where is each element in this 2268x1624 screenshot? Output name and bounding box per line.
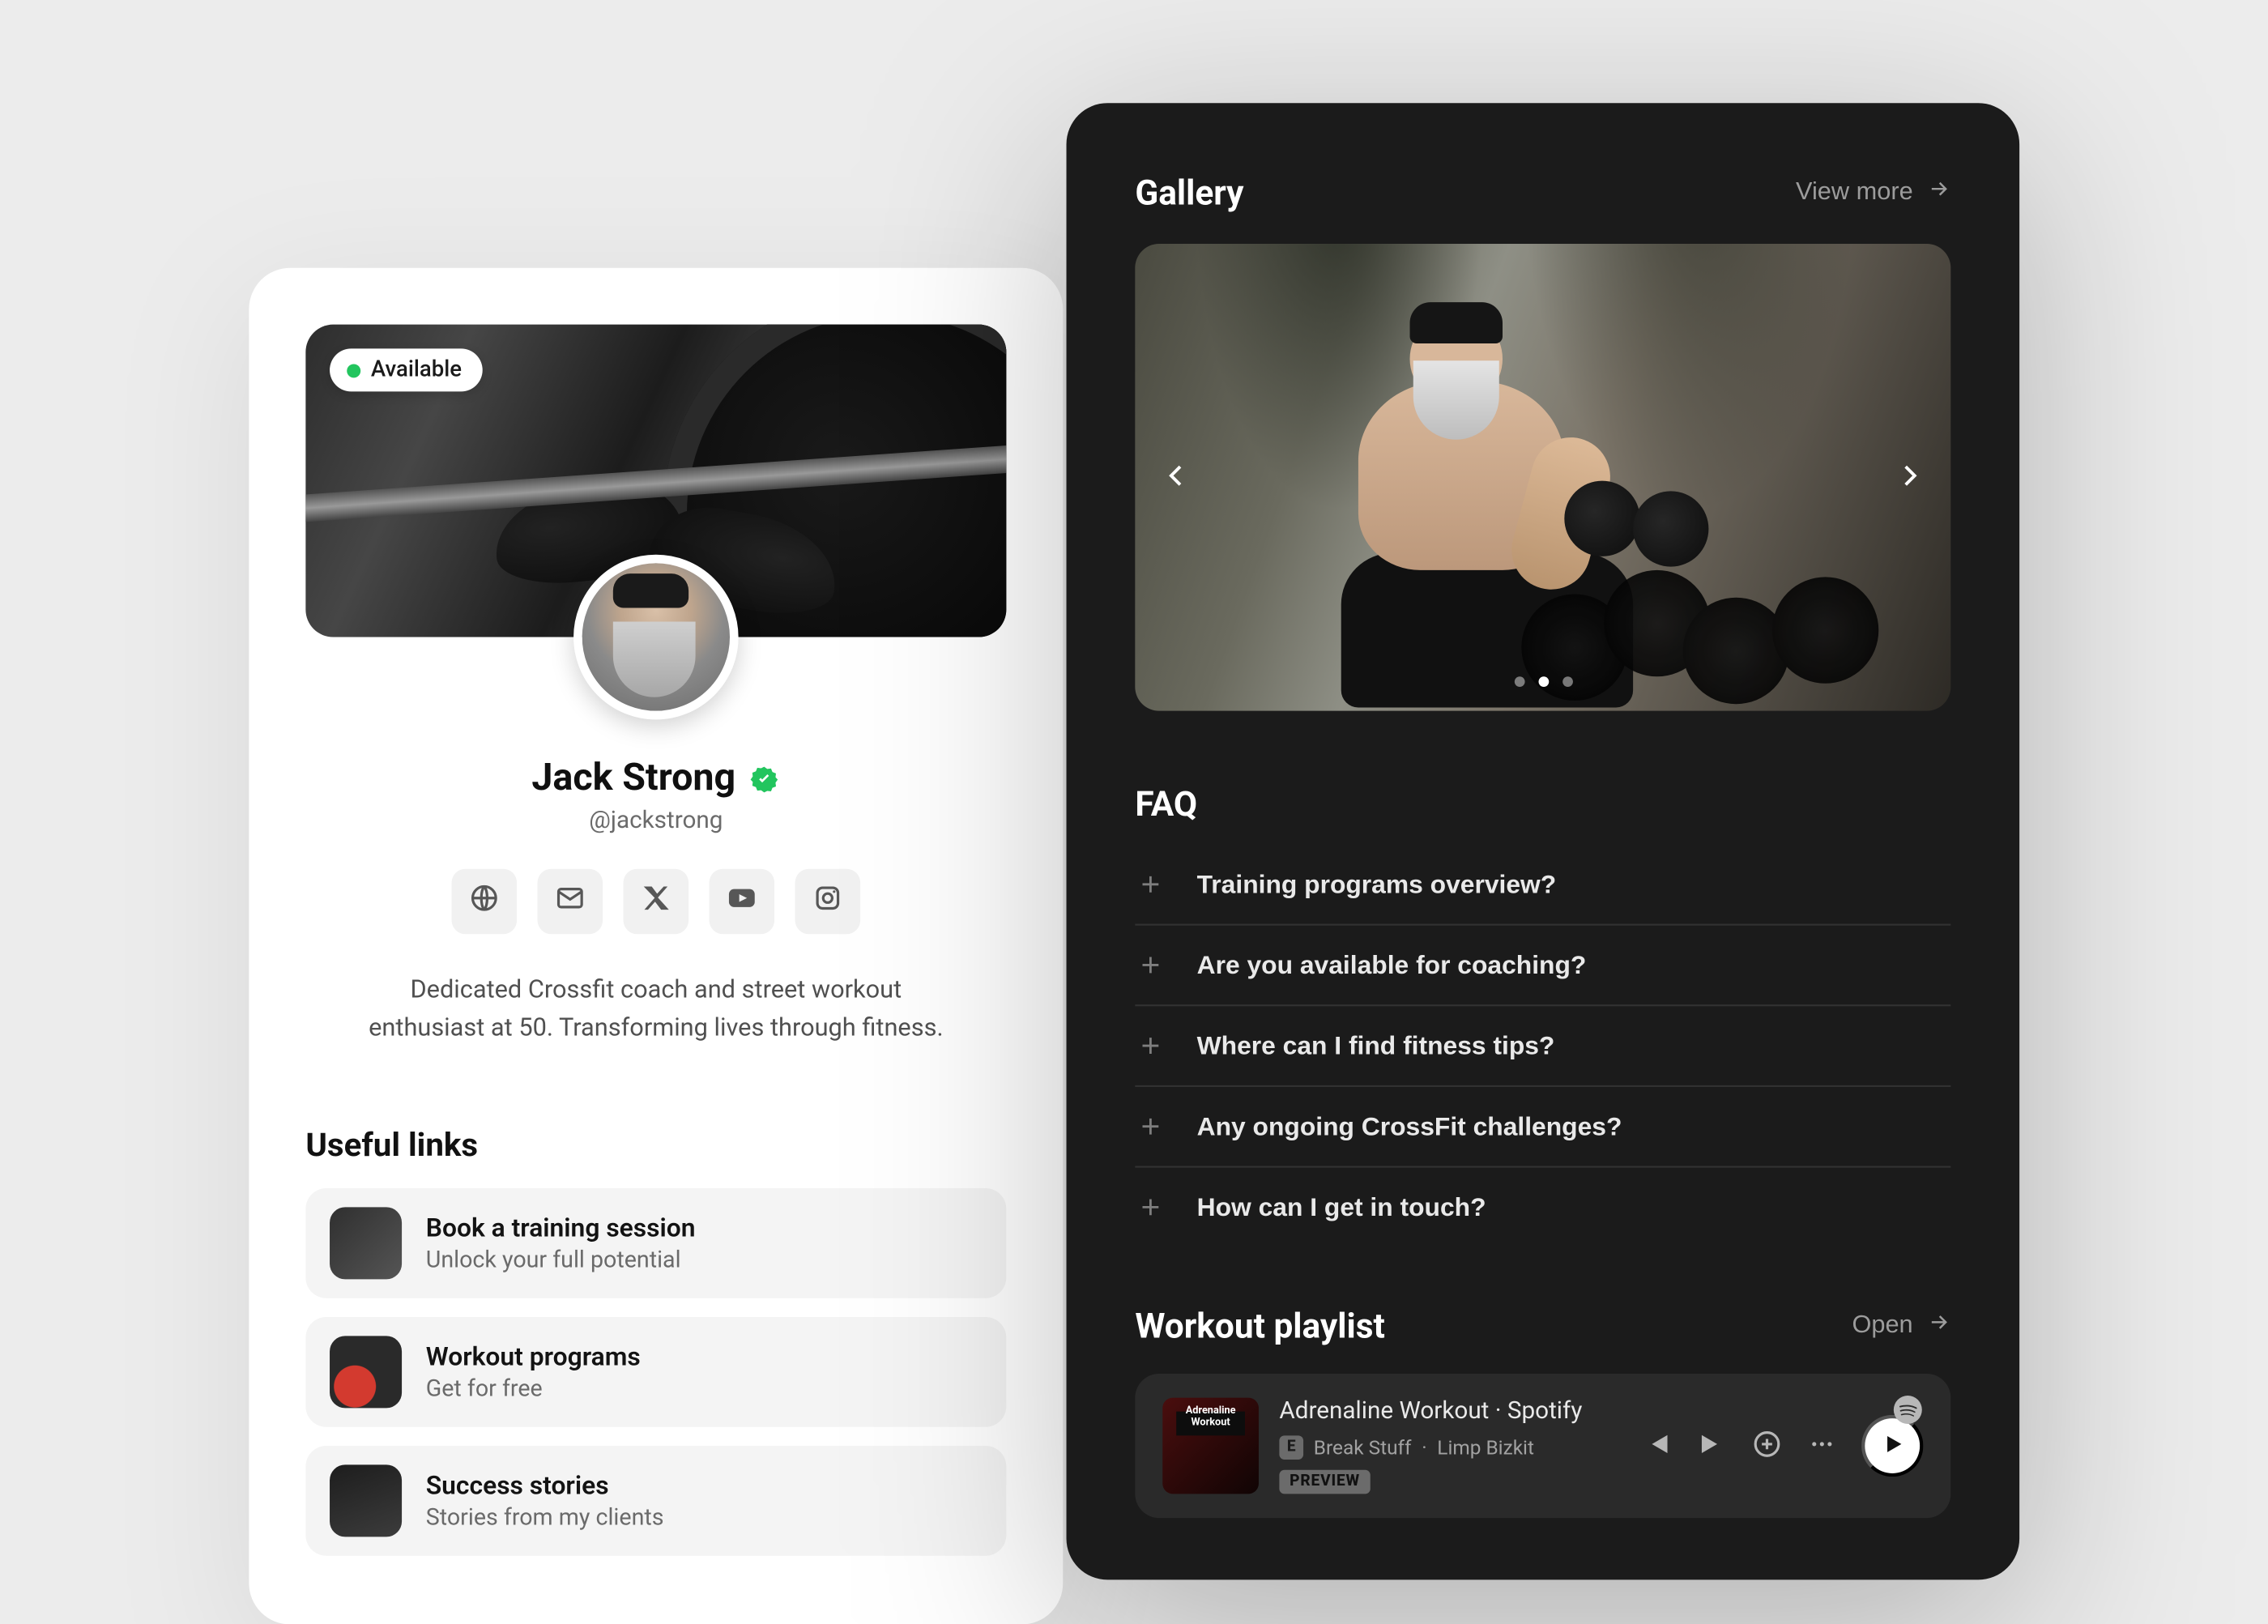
link-subtitle: Unlock your full potential <box>426 1247 696 1274</box>
youtube-link[interactable] <box>710 869 775 935</box>
faq-item[interactable]: Where can I find fitness tips? <box>1135 1006 1950 1087</box>
playlist-title: Workout playlist <box>1135 1305 1385 1346</box>
gallery-photo-background <box>1521 539 1950 711</box>
faq-question: Training programs overview? <box>1197 870 1557 899</box>
gallery-view-more-button[interactable]: View more <box>1796 177 1950 207</box>
instagram-icon <box>812 883 843 921</box>
website-link[interactable] <box>452 869 518 935</box>
playlist-header: Workout playlist Open <box>1135 1305 1950 1346</box>
faq-question: Are you available for coaching? <box>1197 950 1587 979</box>
skip-forward-icon <box>1697 1428 1728 1464</box>
plus-icon <box>1135 1030 1166 1061</box>
faq-item[interactable]: Training programs overview? <box>1135 845 1950 926</box>
faq-item[interactable]: Are you available for coaching? <box>1135 926 1950 1007</box>
gallery-dot[interactable] <box>1562 676 1572 687</box>
gallery-header: Gallery View more <box>1135 172 1950 213</box>
link-title: Workout programs <box>426 1341 641 1372</box>
plus-icon <box>1135 1111 1166 1142</box>
skip-back-icon <box>1642 1428 1673 1464</box>
email-link[interactable] <box>538 869 603 935</box>
instagram-link[interactable] <box>795 869 861 935</box>
track-song: Break Stuff <box>1314 1435 1412 1460</box>
useful-links-title: Useful links <box>305 1124 1006 1164</box>
link-subtitle: Stories from my clients <box>426 1504 664 1532</box>
gallery-title: Gallery <box>1135 172 1243 213</box>
spotify-player: Adrenaline Workout Adrenaline Workout · … <box>1135 1374 1950 1518</box>
arrow-right-icon <box>1927 177 1951 207</box>
preview-badge: PREVIEW <box>1279 1470 1370 1494</box>
gallery-prev-button[interactable] <box>1153 454 1200 501</box>
separator: · <box>1422 1435 1426 1460</box>
profile-name: Jack Strong <box>531 757 735 800</box>
faq-title: FAQ <box>1135 783 1950 825</box>
status-dot-icon <box>347 363 360 377</box>
youtube-icon <box>727 883 757 921</box>
more-horizontal-icon <box>1806 1428 1837 1464</box>
previous-track-button[interactable] <box>1642 1428 1673 1464</box>
profile-handle: @jackstrong <box>305 807 1006 834</box>
gallery-image <box>1135 244 1950 711</box>
link-book-session[interactable]: Book a training session Unlock your full… <box>305 1188 1006 1298</box>
x-link[interactable] <box>624 869 689 935</box>
faq-question: How can I get in touch? <box>1197 1192 1486 1221</box>
profile-card: Available Jack Strong @jackstrong <box>249 268 1063 1624</box>
mail-icon <box>555 883 586 921</box>
link-subtitle: Get for free <box>426 1375 641 1403</box>
arrow-right-icon <box>1927 1311 1951 1341</box>
playlist-section: Workout playlist Open Adrenaline Workout… <box>1135 1305 1950 1518</box>
more-options-button[interactable] <box>1806 1428 1837 1464</box>
profile-bio: Dedicated Crossfit coach and street work… <box>305 972 1006 1049</box>
gallery-next-button[interactable] <box>1886 454 1933 501</box>
next-track-button[interactable] <box>1697 1428 1728 1464</box>
faq-item[interactable]: How can I get in touch? <box>1135 1168 1950 1247</box>
useful-links-list: Book a training session Unlock your full… <box>305 1188 1006 1556</box>
name-row: Jack Strong <box>305 757 1006 800</box>
chevron-left-icon <box>1161 459 1192 496</box>
plus-icon <box>1135 1191 1166 1222</box>
player-controls <box>1642 1415 1924 1477</box>
open-label: Open <box>1852 1312 1912 1340</box>
plus-circle-icon <box>1751 1428 1782 1464</box>
add-to-library-button[interactable] <box>1751 1428 1782 1464</box>
plus-icon <box>1135 949 1166 980</box>
plus-icon <box>1135 869 1166 900</box>
track-meta: E Break Stuff · Limp Bizkit <box>1279 1435 1621 1460</box>
gallery-pagination-dots <box>1514 676 1572 687</box>
link-title: Book a training session <box>426 1213 696 1243</box>
social-links <box>305 869 1006 935</box>
gallery-dot-active[interactable] <box>1537 676 1548 687</box>
link-thumbnail <box>330 1464 402 1537</box>
track-artist: Limp Bizkit <box>1437 1435 1534 1460</box>
gallery-dot[interactable] <box>1514 676 1524 687</box>
content-card: Gallery View more <box>1067 103 2020 1579</box>
play-icon <box>1880 1431 1904 1460</box>
faq-question: Any ongoing CrossFit challenges? <box>1197 1112 1622 1141</box>
view-more-label: View more <box>1796 178 1913 206</box>
album-art-label: Adrenaline Workout <box>1170 1406 1252 1429</box>
verified-badge-icon <box>749 763 780 794</box>
playlist-open-button[interactable]: Open <box>1852 1311 1950 1341</box>
track-title: Adrenaline Workout · Spotify <box>1279 1398 1621 1426</box>
faq-section: FAQ Training programs overview? Are you … <box>1135 783 1950 1247</box>
link-success-stories[interactable]: Success stories Stories from my clients <box>305 1446 1006 1556</box>
faq-item[interactable]: Any ongoing CrossFit challenges? <box>1135 1087 1950 1168</box>
chevron-right-icon <box>1894 459 1925 496</box>
link-thumbnail <box>330 1207 402 1279</box>
globe-icon <box>469 883 500 921</box>
album-art[interactable]: Adrenaline Workout <box>1162 1398 1259 1494</box>
status-label: Available <box>371 357 462 383</box>
avatar[interactable] <box>573 555 739 720</box>
x-icon <box>641 883 671 921</box>
link-thumbnail <box>330 1336 402 1408</box>
status-badge: Available <box>330 348 482 391</box>
track-info: Adrenaline Workout · Spotify E Break Stu… <box>1279 1398 1621 1494</box>
link-title: Success stories <box>426 1470 664 1501</box>
faq-question: Where can I find fitness tips? <box>1197 1031 1555 1060</box>
spotify-logo-icon[interactable] <box>1892 1394 1923 1425</box>
explicit-badge: E <box>1279 1435 1303 1460</box>
link-workout-programs[interactable]: Workout programs Get for free <box>305 1317 1006 1427</box>
